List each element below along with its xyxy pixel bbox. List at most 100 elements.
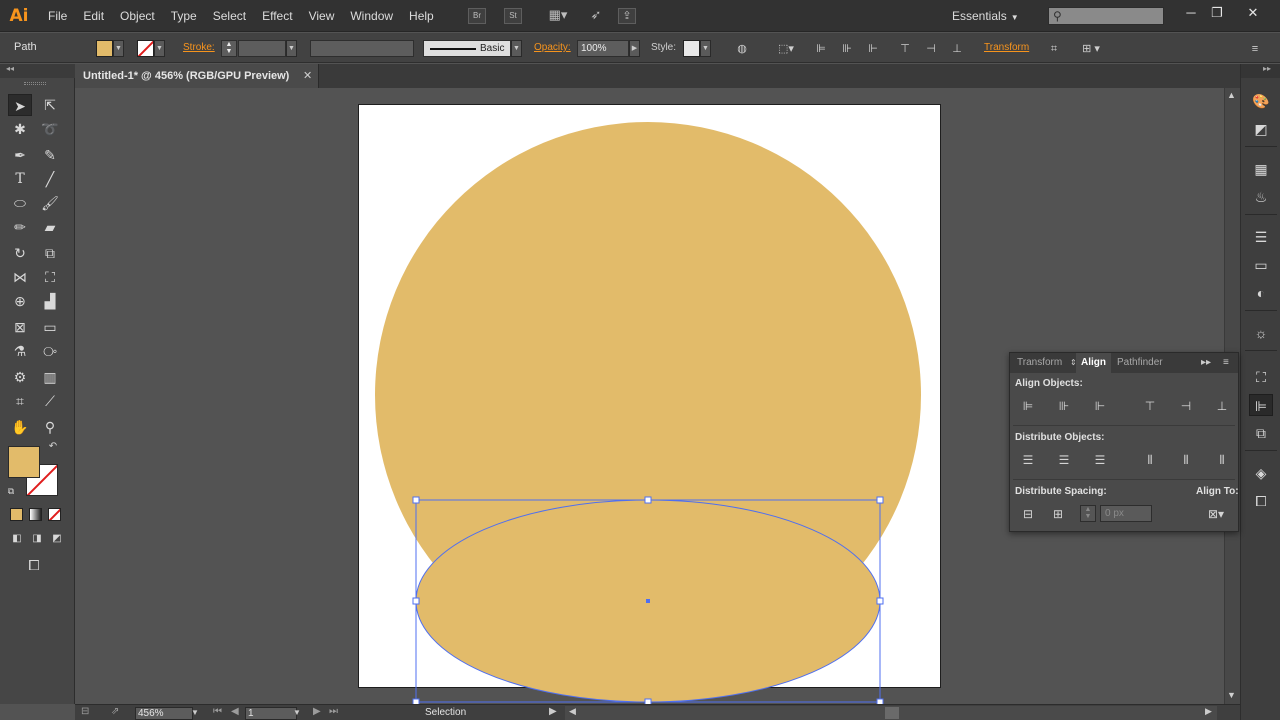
expand-panel-icon[interactable]: ▸▸ — [1196, 353, 1216, 373]
bounding-box-handle[interactable] — [644, 496, 652, 504]
bridge-icon[interactable]: Br — [468, 8, 486, 24]
bounding-box-handle[interactable] — [876, 597, 884, 605]
artboard-navigation-icon[interactable]: ⊟ — [81, 706, 89, 717]
draw-behind-icon[interactable]: ◨ — [28, 532, 46, 546]
vertical-distribute-bottom-icon[interactable]: ☰ — [1090, 451, 1110, 469]
bounding-box-handle[interactable] — [412, 597, 420, 605]
gpu-performance-icon[interactable]: ➶ — [586, 8, 606, 24]
zoom-level-field[interactable]: 456% — [135, 707, 193, 720]
appearance-icon[interactable]: ☼ — [1249, 322, 1273, 344]
fill-color-dropdown[interactable]: ▼ — [96, 40, 124, 57]
eraser-tool-icon[interactable]: ▰ — [38, 216, 62, 238]
pathfinder-icon[interactable]: ⧉ — [1249, 422, 1273, 444]
bounding-box-handle[interactable] — [412, 496, 420, 504]
brush-definition-dropdown[interactable]: Basic — [423, 40, 511, 57]
align-right-icon[interactable]: ⊩ — [864, 41, 882, 57]
stroke-weight-stepper[interactable]: ▲ ▼ — [221, 40, 237, 57]
tab-align[interactable]: Align — [1076, 353, 1111, 373]
bounding-box-handle[interactable] — [876, 496, 884, 504]
previous-artboard-icon[interactable]: ◀ — [231, 706, 239, 717]
spacing-stepper[interactable]: ▲ ▼ — [1080, 505, 1096, 522]
horizontal-distribute-right-icon[interactable]: ⫴ — [1212, 451, 1232, 469]
horizontal-distribute-left-icon[interactable]: ⫴ — [1140, 451, 1160, 469]
last-artboard-icon[interactable]: ⏭ — [329, 706, 338, 717]
tab-transform[interactable]: Transform — [1012, 353, 1067, 373]
direct-selection-tool-icon[interactable]: ⇱ — [38, 94, 62, 116]
menu-file[interactable]: File — [40, 0, 75, 32]
lasso-tool-icon[interactable]: ➰ — [38, 118, 62, 140]
slice-tool-icon[interactable]: ⟋ — [38, 390, 62, 412]
color-guide-icon[interactable]: ◩ — [1249, 118, 1273, 140]
scroll-down-icon[interactable]: ▼ — [1227, 690, 1236, 700]
horizontal-scroll-thumb[interactable] — [885, 707, 899, 719]
menu-type[interactable]: Type — [163, 0, 205, 32]
restore-icon[interactable]: ❐ — [1204, 4, 1230, 22]
free-transform-tool-icon[interactable]: ⛶ — [38, 266, 62, 288]
menu-effect[interactable]: Effect — [254, 0, 300, 32]
align-left-icon[interactable]: ⊫ — [812, 41, 830, 57]
align-horizontal-center-icon[interactable]: ⊪ — [838, 41, 856, 57]
column-graph-tool-icon[interactable]: ▥ — [38, 366, 62, 388]
collapse-panel-icon[interactable]: ◂◂ — [6, 64, 14, 73]
help-search-input[interactable]: ⚲ — [1048, 7, 1164, 25]
artboard-dropdown-icon[interactable]: ▼ — [293, 708, 301, 717]
swatches-icon[interactable]: ▦ — [1249, 158, 1273, 180]
artboards-icon[interactable]: ⧠ — [1249, 490, 1273, 512]
close-icon[interactable]: ✕ — [1240, 4, 1266, 22]
close-tab-icon[interactable]: ✕ — [303, 69, 312, 82]
none-mode-icon[interactable] — [48, 508, 61, 521]
variable-width-profile-dropdown[interactable] — [310, 40, 414, 57]
shape-builder-tool-icon[interactable]: ⊕ — [8, 290, 32, 312]
shape-options-icon[interactable]: ⊞ ▾ — [1076, 41, 1106, 57]
minimize-icon[interactable]: ─ — [1178, 4, 1204, 22]
opacity-label[interactable]: Opacity: — [534, 42, 571, 53]
brush-dropdown-arrow[interactable]: ▼ — [511, 40, 522, 57]
swap-fill-stroke-icon[interactable]: ↶ — [44, 440, 62, 454]
transform-panel-icon[interactable]: ⛶ — [1249, 366, 1273, 388]
color-mode-icon[interactable] — [10, 508, 23, 521]
vertical-distribute-space-icon[interactable]: ⊟ — [1018, 505, 1038, 523]
fill-color-swatch[interactable] — [8, 446, 40, 478]
vertical-distribute-top-icon[interactable]: ☰ — [1018, 451, 1038, 469]
tools-panel-header[interactable]: ◂◂ — [0, 64, 75, 78]
vertical-align-top-icon[interactable]: ⊤ — [1140, 397, 1160, 415]
rotate-tool-icon[interactable]: ↻ — [8, 242, 32, 264]
menu-help[interactable]: Help — [401, 0, 442, 32]
magic-wand-tool-icon[interactable]: ✱ — [8, 118, 32, 140]
panel-menu-icon[interactable]: ≡ — [1246, 41, 1264, 57]
vertical-align-bottom-icon[interactable]: ⊥ — [1212, 397, 1232, 415]
paintbrush-tool-icon[interactable]: 🖌 — [38, 192, 62, 214]
opacity-slider-arrow[interactable]: ▶ — [629, 40, 640, 57]
isolate-selected-object-icon[interactable]: ⌗ — [1045, 41, 1063, 57]
artboard-tool-icon[interactable]: ⌗ — [8, 390, 32, 412]
vertical-distribute-center-icon[interactable]: ☰ — [1054, 451, 1074, 469]
eyedropper-tool-icon[interactable]: ⚗ — [8, 340, 32, 362]
zoom-tool-icon[interactable]: ⚲ — [38, 416, 62, 438]
layers-icon[interactable]: ◈ — [1249, 462, 1273, 484]
default-fill-stroke-icon[interactable]: ⧉ — [4, 484, 18, 498]
recolor-artwork-icon[interactable]: ◍ — [733, 41, 751, 57]
symbol-sprayer-tool-icon[interactable]: ⚙ — [8, 366, 32, 388]
draw-inside-icon[interactable]: ◩ — [48, 532, 66, 546]
align-bottom-icon[interactable]: ⊥ — [948, 41, 966, 57]
stock-icon[interactable]: St — [504, 8, 522, 24]
horizontal-align-center-icon[interactable]: ⊪ — [1054, 397, 1074, 415]
curvature-tool-icon[interactable]: ✎ — [38, 144, 62, 166]
stroke-label[interactable]: Stroke: — [183, 42, 215, 53]
expand-panels-icon[interactable]: ▸▸ — [1263, 64, 1271, 73]
graphic-style-dropdown[interactable]: ▼ — [683, 40, 711, 57]
scroll-up-icon[interactable]: ▲ — [1227, 90, 1236, 100]
scroll-right-icon[interactable]: ▶ — [1205, 706, 1212, 717]
document-tab[interactable]: Untitled-1* @ 456% (RGB/GPU Preview) ✕ — [75, 64, 319, 88]
transparency-icon[interactable]: ◐ — [1249, 282, 1273, 304]
align-to-selection-icon[interactable]: ⬚▾ — [774, 41, 798, 57]
menu-view[interactable]: View — [301, 0, 343, 32]
horizontal-distribute-space-icon[interactable]: ⊞ — [1048, 505, 1068, 523]
line-segment-tool-icon[interactable]: ╱ — [38, 168, 62, 190]
horizontal-scrollbar[interactable]: ◀ ▶ — [565, 706, 1217, 720]
panel-options-icon[interactable]: ≡ — [1218, 353, 1234, 373]
stroke-weight-field[interactable] — [238, 40, 286, 57]
open-in-new-window-icon[interactable]: ⇗ — [111, 706, 119, 717]
stroke-panel-icon[interactable]: ☰ — [1249, 226, 1273, 248]
horizontal-align-left-icon[interactable]: ⊫ — [1018, 397, 1038, 415]
